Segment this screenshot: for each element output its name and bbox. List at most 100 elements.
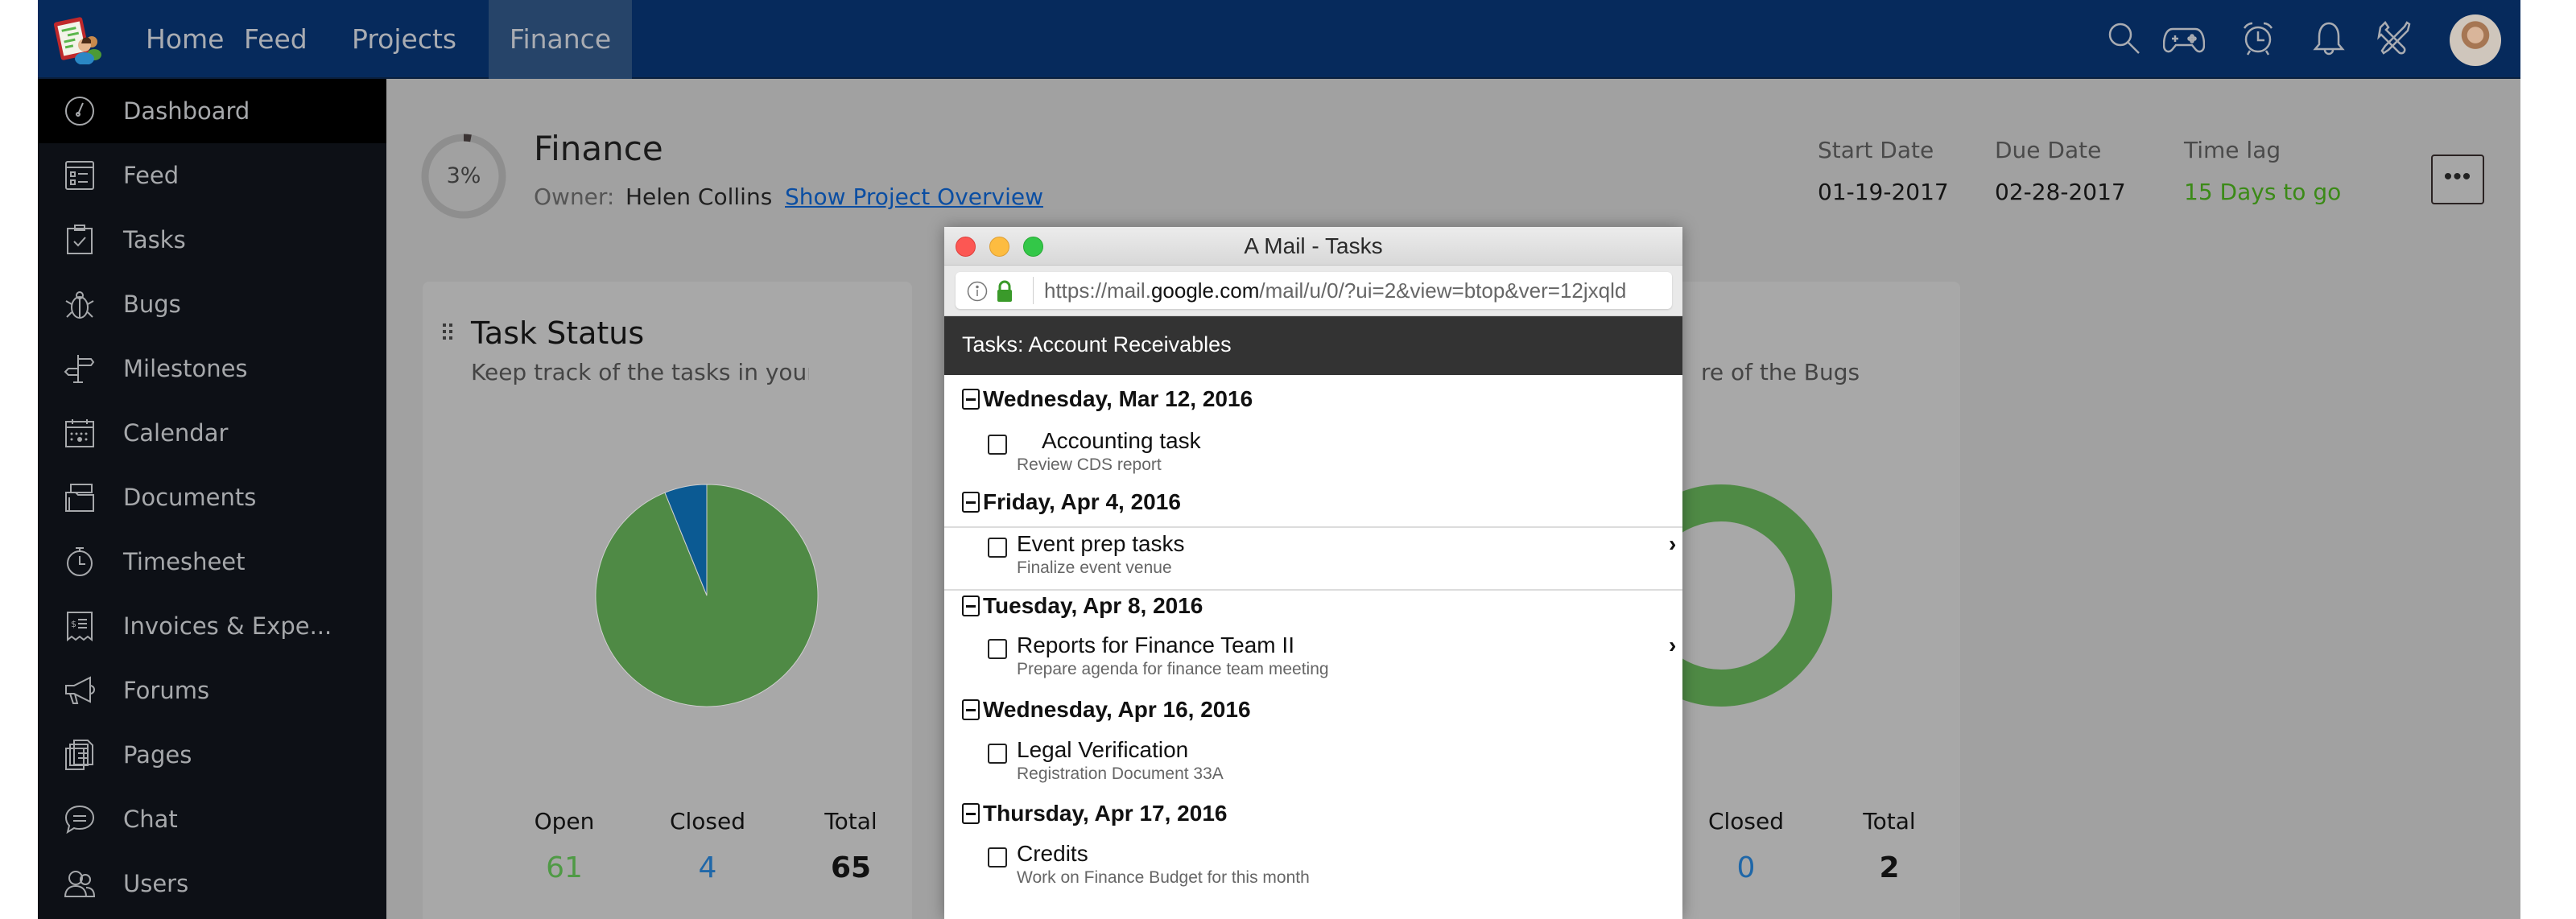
sidebar-item-calendar[interactable]: Calendar [38,401,386,465]
card-title: Task Status [471,315,645,351]
info-icon[interactable] [967,281,988,302]
sidebar-item-label: Timesheet [123,548,246,575]
folder-icon [65,484,94,512]
sidebar-item-label: Milestones [123,355,248,382]
stat-total-value: 65 [830,851,872,884]
task-name: Event prep tasks [1017,531,1185,556]
task-name: Credits [1017,841,1088,866]
sidebar-item-invoices[interactable]: $ Invoices & Expe... [38,594,386,658]
sidebar-item-dashboard[interactable]: Dashboard [38,79,386,143]
chevron-right-icon[interactable]: › [1669,531,1676,557]
stat-total-value: 2 [1879,851,1900,884]
task-group-header[interactable]: Wednesday, Apr 16, 2016 [962,697,1251,729]
lock-icon [997,280,1012,302]
popup-title-bar[interactable]: A Mail - Tasks [944,227,1682,266]
sidebar-item-milestones[interactable]: Milestones [38,336,386,401]
due-date-value: 02-28-2017 [1995,179,2126,205]
gamepad-icon[interactable] [2163,21,2205,56]
task-item[interactable]: Credits Work on Finance Budget for this … [944,838,1682,888]
project-title: Finance [534,129,663,168]
task-checkbox[interactable] [988,435,1007,455]
sidebar-item-forums[interactable]: Forums [38,658,386,723]
task-checkbox[interactable] [988,639,1007,659]
drag-handle-icon[interactable] [443,324,454,341]
sidebar-item-users[interactable]: Users [38,851,386,916]
progress-percent-label: 3% [446,163,481,188]
sidebar-item-pages[interactable]: Pages [38,723,386,787]
sidebar-item-label: Tasks [123,226,186,253]
collapse-icon[interactable] [962,699,980,720]
sidebar-item-documents[interactable]: Documents [38,465,386,530]
sidebar-item-chat[interactable]: Chat [38,787,386,851]
sidebar-item-label: Chat [123,806,178,833]
task-item[interactable]: Legal Verification Registration Document… [944,734,1682,784]
time-lag-label: Time lag [2184,137,2281,163]
show-project-overview-link[interactable]: Show Project Overview [785,183,1043,210]
stat-closed-label: Closed [669,808,746,835]
dashboard-gauge-icon [65,97,94,126]
task-note: Prepare agenda for finance team meeting [1017,660,1329,678]
tasks-list-title: Tasks: Account Receivables [962,332,1232,356]
task-item[interactable]: Event prep tasks Finalize event venue › [944,526,1682,591]
nav-projects[interactable]: Projects [352,0,456,79]
users-icon [64,871,96,897]
tools-icon[interactable] [2377,21,2413,56]
app-window: Home Feed Projects Finance Dashboard Fee… [38,0,2520,919]
sidebar-item-label: Forums [123,677,210,704]
bug-icon [65,291,94,319]
task-note: Registration Document 33A [1017,764,1224,783]
stat-total-label: Total [824,808,877,835]
task-checkbox[interactable] [988,538,1007,558]
sidebar-item-label: Calendar [123,419,229,447]
task-group-header[interactable]: Friday, Apr 4, 2016 [962,489,1181,521]
group-date: Thursday, Apr 17, 2016 [983,801,1228,826]
sidebar-item-label: Invoices & Expe... [123,612,332,640]
sidebar-item-bugs[interactable]: Bugs [38,272,386,336]
url-text[interactable]: https://mail.google.com/mail/u/0/?ui=2&v… [1044,272,1626,309]
task-item[interactable]: Accounting task Review CDS report [944,425,1682,475]
invoice-icon: $ [67,612,93,642]
task-item[interactable]: Reports for Finance Team II Prepare agen… [944,629,1682,679]
more-options-button[interactable]: ••• [2431,155,2484,204]
nav-home[interactable]: Home [146,0,224,79]
sidebar-item-label: Users [123,870,189,897]
collapse-icon[interactable] [962,595,980,616]
sidebar: Dashboard Feed Tasks Bugs Milestones Cal… [38,79,386,919]
address-bar[interactable]: https://mail.google.com/mail/u/0/?ui=2&v… [956,272,1672,309]
alarm-clock-icon[interactable] [2240,21,2276,56]
stat-closed-value: 4 [698,851,717,884]
start-date-value: 01-19-2017 [1818,179,1949,205]
task-checkbox[interactable] [988,847,1007,867]
user-avatar[interactable] [2450,14,2501,66]
nav-feed[interactable]: Feed [244,0,308,79]
pages-icon [65,740,93,770]
task-group-header[interactable]: Thursday, Apr 17, 2016 [962,801,1227,833]
collapse-icon[interactable] [962,492,980,513]
time-lag-value: 15 Days to go [2184,179,2342,205]
task-note: Finalize event venue [1017,558,1172,577]
task-name: Legal Verification [1017,737,1189,762]
chevron-right-icon[interactable]: › [1669,633,1676,658]
task-group-header[interactable]: Wednesday, Mar 12, 2016 [962,386,1253,418]
chat-bubble-icon [64,805,95,835]
bell-icon[interactable] [2311,21,2347,56]
task-note: Work on Finance Budget for this month [1017,868,1310,887]
task-group-header[interactable]: Tuesday, Apr 8, 2016 [962,593,1203,625]
card-subtitle: re of the Bugs [1701,359,1860,385]
group-date: Wednesday, Mar 12, 2016 [983,386,1253,411]
card-subtitle: Keep track of the tasks in your p [471,359,809,385]
search-icon[interactable] [2107,21,2142,56]
collapse-icon[interactable] [962,803,980,824]
sidebar-item-feed[interactable]: Feed [38,143,386,208]
due-date-label: Due Date [1995,137,2102,163]
task-status-pie-chart[interactable] [592,481,821,710]
sidebar-item-tasks[interactable]: Tasks [38,208,386,272]
app-logo-icon[interactable] [54,14,105,64]
signpost-icon [64,355,95,383]
address-bar-area: https://mail.google.com/mail/u/0/?ui=2&v… [944,266,1682,316]
collapse-icon[interactable] [962,389,980,410]
stat-total-label: Total [1863,808,1916,835]
task-checkbox[interactable] [988,744,1007,764]
nav-finance[interactable]: Finance [489,0,632,79]
sidebar-item-timesheet[interactable]: Timesheet [38,530,386,594]
